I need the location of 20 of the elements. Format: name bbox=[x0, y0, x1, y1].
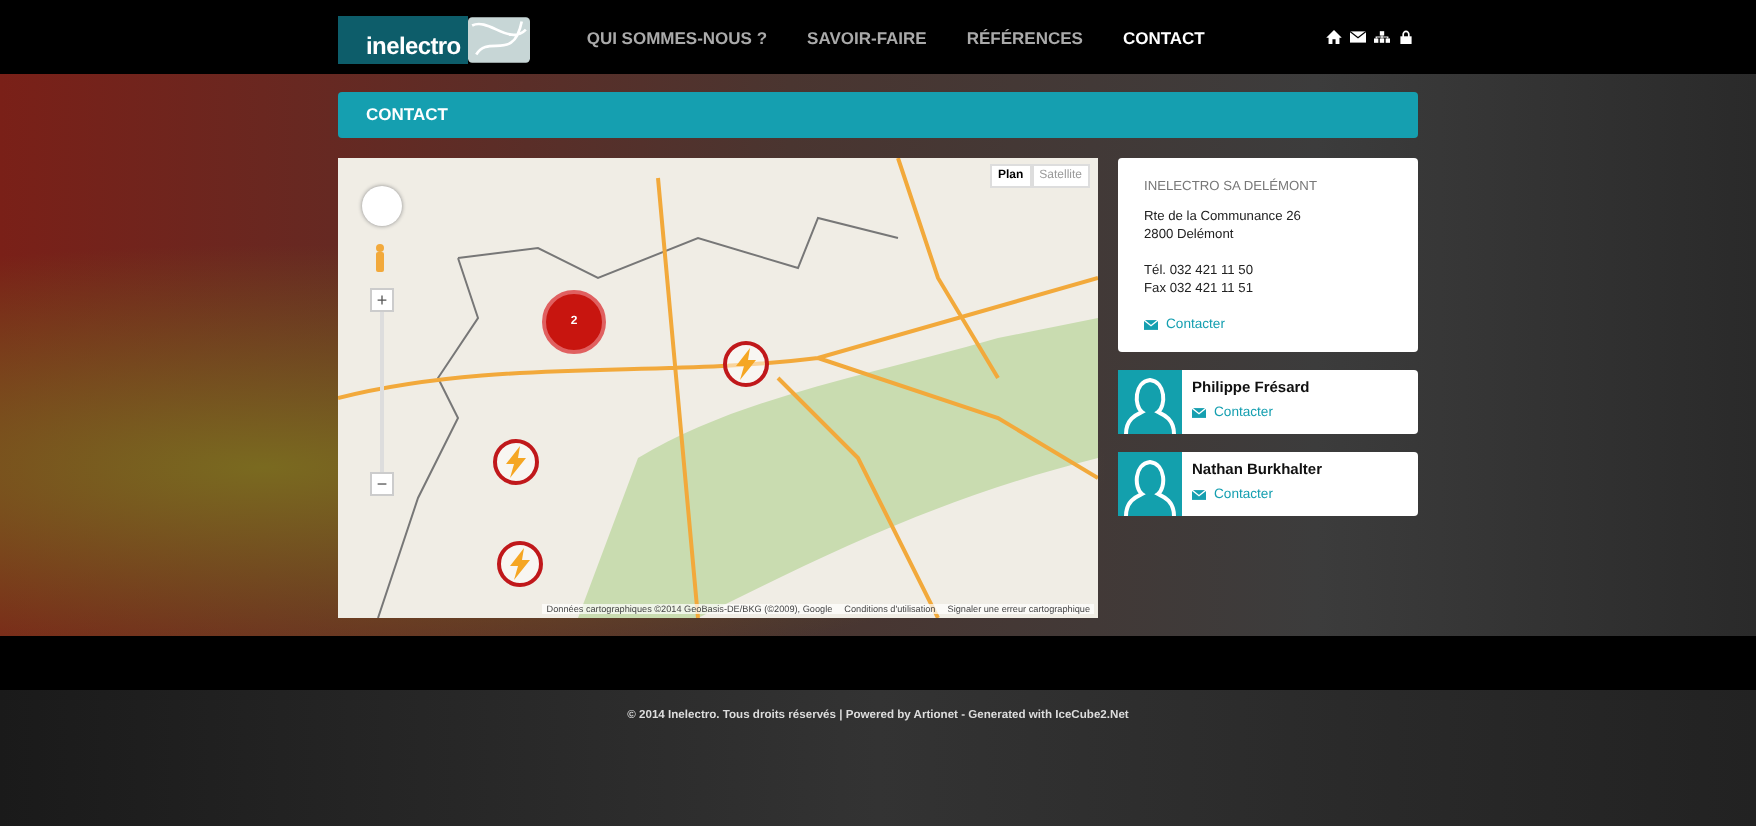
logo[interactable]: inelectro bbox=[338, 15, 531, 63]
nav-link[interactable]: CONTACT bbox=[1122, 27, 1205, 47]
envelope-icon bbox=[1192, 408, 1206, 418]
lightning-marker-icon[interactable] bbox=[496, 540, 544, 588]
logo-text: inelectro bbox=[338, 15, 469, 63]
zoom-in-button[interactable]: + bbox=[370, 288, 394, 312]
logo-swirl-icon bbox=[468, 15, 531, 63]
lightning-marker-icon[interactable] bbox=[722, 340, 770, 388]
mail-icon[interactable] bbox=[1350, 30, 1366, 44]
zoom-out-button[interactable]: − bbox=[370, 472, 394, 496]
nav-link[interactable]: RÉFÉRENCES bbox=[966, 27, 1083, 47]
home-icon[interactable] bbox=[1326, 30, 1342, 44]
envelope-icon bbox=[1144, 320, 1158, 330]
nav-link[interactable]: QUI SOMMES-NOUS ? bbox=[586, 27, 768, 47]
sitemap-icon[interactable] bbox=[1374, 30, 1390, 44]
page-title-bar: CONTACT bbox=[338, 92, 1418, 138]
lightning-marker-icon[interactable] bbox=[492, 438, 540, 486]
lock-icon[interactable] bbox=[1398, 30, 1414, 44]
envelope-icon bbox=[1192, 490, 1206, 500]
nav-link[interactable]: SAVOIR-FAIRE bbox=[807, 27, 927, 47]
